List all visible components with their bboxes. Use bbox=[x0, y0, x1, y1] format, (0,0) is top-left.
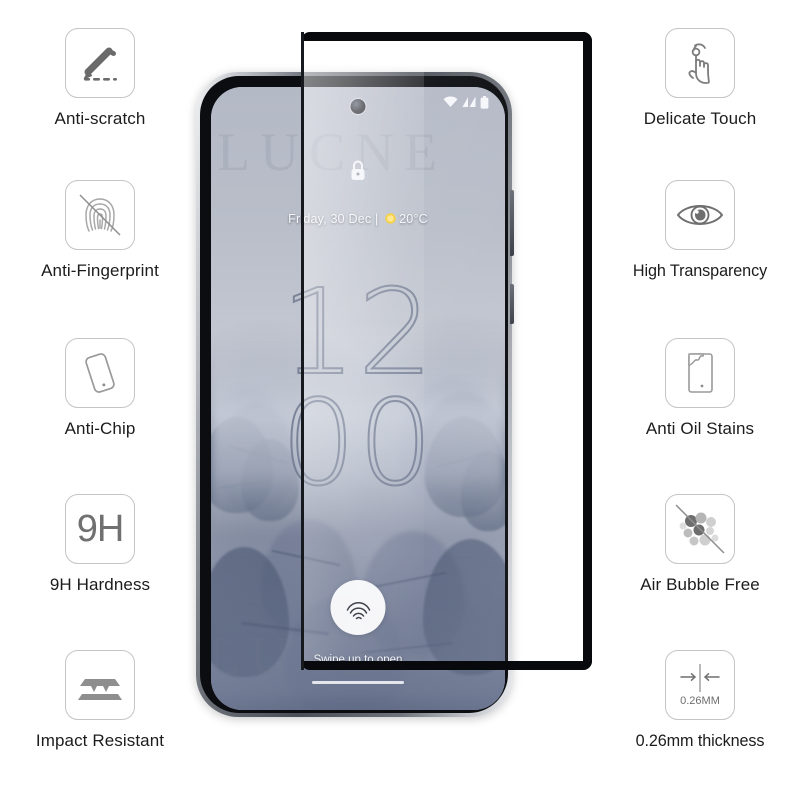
lockscreen-clock: 12 00 bbox=[211, 263, 505, 512]
feature-delicate-touch[interactable]: Delicate Touch bbox=[600, 28, 800, 129]
feature-label: Anti Oil Stains bbox=[645, 419, 755, 438]
glass-frame-right bbox=[583, 32, 592, 670]
clock-hours: 12 bbox=[280, 263, 436, 401]
feature-label: Anti-Fingerprint bbox=[41, 261, 159, 280]
feature-air-bubble-free[interactable]: Air Bubble Free bbox=[600, 494, 800, 595]
phone-mockup: LUCNE LUCNE bbox=[196, 72, 556, 732]
swipe-hint-text: Swipe up to open bbox=[313, 654, 403, 666]
cellular-signal-icon bbox=[462, 96, 476, 107]
feature-thickness[interactable]: 0.26MM 0.26mm thickness bbox=[600, 650, 800, 751]
feature-anti-oil-stains[interactable]: Anti Oil Stains bbox=[600, 338, 800, 439]
feature-9h-hardness[interactable]: 9H 9H Hardness bbox=[0, 494, 200, 595]
feature-impact-resistant[interactable]: Impact Resistant bbox=[0, 650, 200, 751]
features-column-right: Delicate Touch High Transparency Anti Oi… bbox=[600, 0, 800, 800]
thickness-arrows-icon: 0.26MM bbox=[665, 650, 735, 720]
feature-label: Delicate Touch bbox=[643, 109, 757, 128]
feature-anti-scratch[interactable]: Anti-scratch bbox=[0, 28, 200, 129]
phone-screen[interactable]: LUCNE LUCNE bbox=[211, 87, 505, 710]
feature-anti-chip[interactable]: Anti-Chip bbox=[0, 338, 200, 439]
feature-label: Anti-scratch bbox=[54, 109, 146, 128]
hardness-9h-icon: 9H bbox=[65, 494, 135, 564]
phone-body: LUCNE LUCNE bbox=[196, 72, 514, 717]
phone-oil-drop-icon bbox=[665, 338, 735, 408]
date-weather-row: Friday, 30 Dec | 20°C bbox=[211, 212, 505, 228]
impact-layers-icon bbox=[65, 650, 135, 720]
clock-minutes: 00 bbox=[280, 373, 436, 512]
touch-hand-icon bbox=[665, 28, 735, 98]
volume-button[interactable] bbox=[510, 190, 514, 256]
sun-icon bbox=[384, 212, 397, 228]
glass-frame-top bbox=[301, 32, 592, 41]
lockscreen-date: Friday, 30 Dec bbox=[288, 212, 372, 226]
pen-scratch-icon bbox=[65, 28, 135, 98]
fingerprint-crossed-icon bbox=[65, 180, 135, 250]
thickness-icon-text: 0.26MM bbox=[680, 695, 720, 707]
wifi-icon bbox=[443, 96, 458, 107]
bubbles-crossed-icon bbox=[665, 494, 735, 564]
phone-tilt-icon bbox=[65, 338, 135, 408]
phone-bezel: LUCNE LUCNE bbox=[200, 76, 508, 713]
battery-icon bbox=[480, 95, 489, 109]
lock-closed-icon bbox=[351, 160, 365, 180]
fingerprint-sensor-icon[interactable] bbox=[330, 580, 386, 635]
features-column-left: Anti-scratch Anti-Fingerprint Anti-Chip … bbox=[0, 0, 200, 800]
home-indicator[interactable] bbox=[312, 681, 404, 684]
power-button[interactable] bbox=[510, 284, 514, 324]
feature-label: 0.26mm thickness bbox=[635, 732, 765, 750]
hardness-9h-icon-text: 9H bbox=[76, 508, 125, 550]
date-separator: | bbox=[374, 212, 379, 226]
feature-high-transparency[interactable]: High Transparency bbox=[600, 180, 800, 281]
lockscreen-temperature: 20°C bbox=[399, 212, 428, 226]
feature-anti-fingerprint[interactable]: Anti-Fingerprint bbox=[0, 180, 200, 281]
feature-label: Anti-Chip bbox=[64, 419, 136, 438]
feature-label: 9H Hardness bbox=[49, 575, 151, 594]
eye-icon bbox=[665, 180, 735, 250]
feature-label: Air Bubble Free bbox=[640, 575, 760, 594]
punch-hole-camera-icon bbox=[350, 99, 366, 114]
feature-label: Impact Resistant bbox=[35, 731, 165, 750]
feature-label: High Transparency bbox=[632, 262, 768, 280]
